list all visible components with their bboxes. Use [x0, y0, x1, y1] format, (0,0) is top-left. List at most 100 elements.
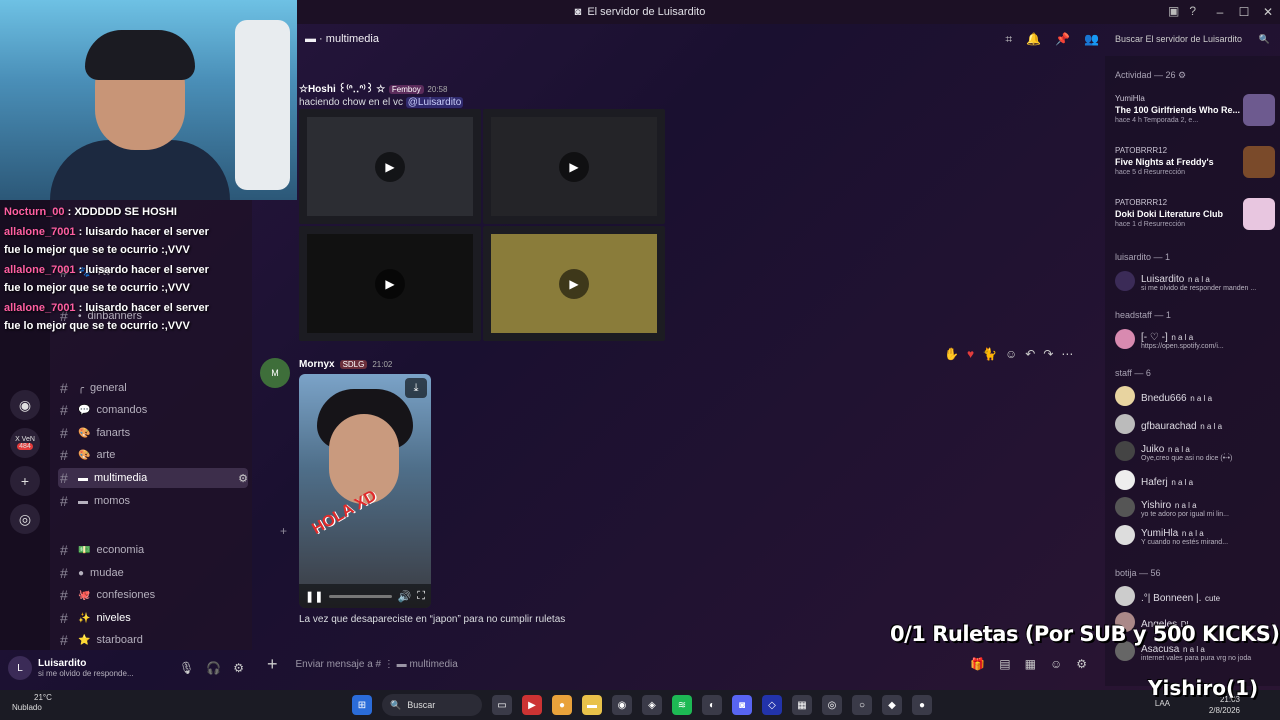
chrome-icon[interactable]: ● [552, 695, 572, 715]
play-icon[interactable]: ▶ [375, 151, 405, 182]
channel-multimedia[interactable]: # ▬ multimedia ⚙ [58, 468, 248, 488]
video-attachment[interactable]: ▶ [299, 226, 481, 341]
search-input[interactable]: Buscar El servidor de Luisardito 🔍 [1110, 30, 1275, 48]
reply-icon[interactable]: ↶ [1025, 347, 1035, 361]
play-icon[interactable]: ▶ [559, 151, 589, 182]
message-composer[interactable]: + Enviar mensaje a # ⋮ ▬ multimedia 🎁 ▤ … [257, 650, 1097, 678]
add-channel-icon[interactable]: + [280, 524, 287, 538]
channel-fanarts[interactable]: # 🎨 fanarts [58, 423, 248, 443]
member-item[interactable]: .°| Bonneen |. cute [1115, 586, 1275, 606]
emoji-icon[interactable]: ☺ [1050, 657, 1062, 671]
channel-mudae[interactable]: # ● mudae [58, 563, 248, 583]
reaction-hand-icon[interactable]: ✋ [944, 347, 959, 361]
reaction-animal-icon[interactable]: 🐈 [982, 347, 997, 361]
explore-servers-icon[interactable]: ◎ [10, 504, 40, 534]
member-item[interactable]: Juiko n a l a Oye,creo que asi no dice (•… [1115, 440, 1275, 462]
pin-icon[interactable]: 📌 [1055, 32, 1070, 47]
avatar[interactable]: M [260, 358, 290, 388]
activity-card[interactable]: PATOBRRR12 Doki Doki Literature Club hac… [1115, 198, 1275, 230]
close-button[interactable]: ✕ [1256, 0, 1280, 24]
server-xvn[interactable]: X VeN 484 [10, 428, 40, 458]
edge-icon[interactable]: ◐ [702, 695, 722, 715]
user-mention[interactable]: @Luisardito [405, 97, 464, 108]
gear-icon[interactable]: ⚙ [238, 472, 248, 485]
members-icon[interactable]: 👥 [1084, 32, 1099, 47]
task-view-icon[interactable]: ▭ [492, 695, 512, 715]
volume-icon[interactable]: 🔊 [398, 590, 412, 603]
video-attachment[interactable]: ▶ [483, 226, 665, 341]
discord-icon: ◙ [574, 6, 582, 18]
activity-card[interactable]: YumiHla The 100 Girlfriends Who Re... ha… [1115, 94, 1275, 126]
pause-icon[interactable]: ❚❚ [305, 590, 323, 603]
channel-arte[interactable]: # 🎨 arte [58, 445, 248, 465]
steam-icon[interactable]: ◈ [642, 695, 662, 715]
inbox-icon[interactable]: ▣ [1168, 4, 1179, 18]
add-reaction-icon[interactable]: ☺ [1005, 347, 1017, 361]
avatar [1115, 386, 1135, 406]
app-icon[interactable]: ○ [852, 695, 872, 715]
video-progress[interactable] [329, 594, 392, 598]
play-icon[interactable]: ▶ [559, 268, 589, 299]
app-icon[interactable]: ● [912, 695, 932, 715]
member-item[interactable]: YumiHla n a l aY cuando no estés mirand.… [1115, 524, 1275, 546]
member-item[interactable]: [- ♡ -] n a l a https://open.spotify.com/… [1115, 328, 1275, 350]
maximize-button[interactable]: ☐ [1232, 0, 1256, 24]
app-icon[interactable]: ◆ [882, 695, 902, 715]
channel-niveles[interactable]: # ✨ niveles [58, 608, 248, 628]
channel-comandos[interactable]: # 💬 comandos [58, 400, 248, 420]
app-icon[interactable]: ▶ [522, 695, 542, 715]
app-icon[interactable]: ◎ [822, 695, 842, 715]
language-indicator[interactable]: LAA [1155, 699, 1170, 708]
composer-channel: multimedia [409, 658, 458, 670]
headphones-icon[interactable]: 🎧 [206, 661, 221, 675]
vscode-icon[interactable]: ◇ [762, 695, 782, 715]
message-author[interactable]: Mornyx [299, 359, 335, 370]
user-panel: L Luisardito si me olvido de responde...… [8, 650, 244, 686]
threads-icon[interactable]: ⌗ [1005, 32, 1012, 47]
channel-momos[interactable]: # ▬ momos [58, 491, 248, 511]
activity-thumbnail [1243, 198, 1275, 230]
bell-icon[interactable]: 🔔 [1026, 32, 1041, 47]
gif-icon[interactable]: ▤ [999, 657, 1010, 671]
member-item[interactable]: Bnedu666 n a l a [1115, 386, 1275, 406]
gift-icon[interactable]: 🎁 [970, 657, 985, 671]
sticker-icon[interactable]: ▦ [1025, 657, 1036, 671]
download-icon[interactable]: ⤓ [405, 378, 427, 398]
video-attachment[interactable]: ▶ [299, 109, 481, 224]
member-item[interactable]: gfbaurachad n a l a [1115, 414, 1275, 434]
channel-general[interactable]: # ╭ general [58, 378, 248, 398]
channel-confesiones[interactable]: # 🐙 confesiones [58, 585, 248, 605]
folder-icon[interactable]: ▬ [582, 695, 602, 715]
discord-icon[interactable]: ◙ [732, 695, 752, 715]
avatar[interactable]: L [8, 656, 32, 680]
weather-widget[interactable]: 21°C Nublado [12, 693, 52, 713]
attach-button[interactable]: + [267, 654, 278, 675]
obs-icon[interactable]: ◉ [612, 695, 632, 715]
member-item[interactable]: Luisardito n a l a si me olvido de respon… [1115, 270, 1275, 292]
more-icon[interactable]: ⋯ [1061, 347, 1073, 361]
server-icon[interactable]: ◉ [10, 390, 40, 420]
spotify-icon[interactable]: ≋ [672, 695, 692, 715]
windows-start-icon[interactable]: ⊞ [352, 695, 372, 715]
member-item[interactable]: Yishiro n a l a yo te adoro por igual mi … [1115, 496, 1275, 518]
video-attachment[interactable]: ▶ [483, 109, 665, 224]
add-server-button[interactable]: + [10, 466, 40, 496]
activity-card[interactable]: PATOBRRR12 Five Nights at Freddy's hace … [1115, 146, 1275, 178]
apps-icon[interactable]: ⚙ [1076, 657, 1087, 671]
channel-economia[interactable]: # 💵 economia [58, 540, 248, 560]
app-icon[interactable]: ▦ [792, 695, 812, 715]
help-icon[interactable]: ? [1189, 4, 1196, 18]
minimize-button[interactable]: – [1208, 0, 1232, 24]
fullscreen-icon[interactable]: ⛶ [417, 590, 425, 603]
channel-starboard[interactable]: # ⭐ starboard [58, 630, 248, 650]
member-item[interactable]: Haferj n a l a [1115, 470, 1275, 490]
video-player[interactable]: HOLA XD ⤓ ❚❚ 🔊 ⛶ [299, 374, 431, 608]
play-icon[interactable]: ▶ [375, 268, 405, 299]
reaction-heart-icon[interactable]: ♥ [967, 347, 974, 361]
gear-icon[interactable]: ⚙ [233, 661, 244, 675]
composer-placeholder: Enviar mensaje a # [295, 658, 382, 670]
microphone-icon[interactable]: 🎙 [179, 661, 194, 675]
message-author[interactable]: ☆Hoshi ꒰⁽ᐢ‥ᐢ⁾꒱ ☆ [299, 84, 385, 95]
forward-icon[interactable]: ↷ [1043, 347, 1053, 361]
taskbar-search[interactable]: 🔍 Buscar [382, 694, 482, 716]
